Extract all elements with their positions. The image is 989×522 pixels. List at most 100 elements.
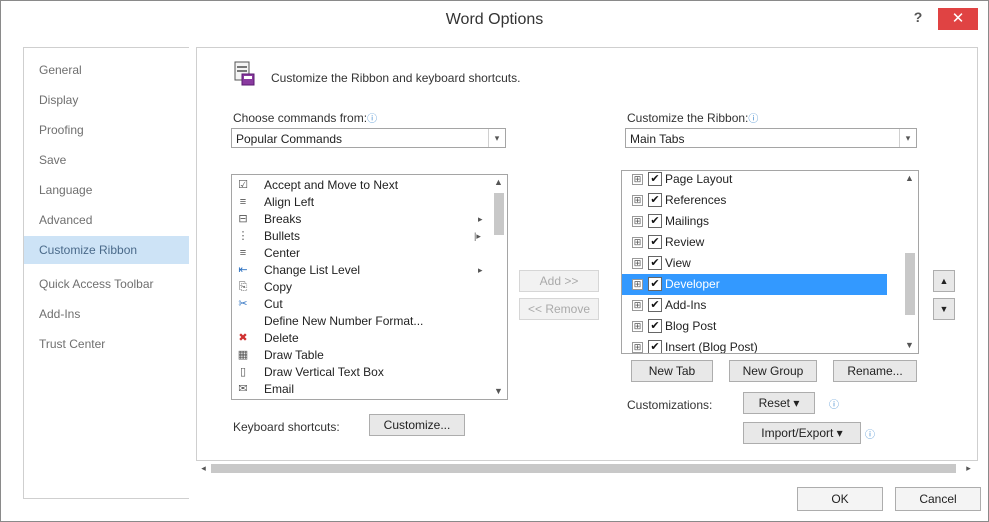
new-group-button[interactable]: New Group (729, 360, 817, 382)
ribbon-tabs-tree[interactable]: ⊞ ✔ Page Layout ⊞ ✔ References ⊞ ✔ Maili… (621, 170, 919, 354)
expand-icon[interactable]: ⊞ (632, 237, 643, 248)
tree-item-page-layout[interactable]: ⊞ ✔ Page Layout (622, 171, 887, 190)
align-center-icon: ≡ (239, 247, 247, 259)
checkbox[interactable]: ✔ (648, 340, 662, 353)
ribbon-tree-scrollbar[interactable]: ▲ ▼ (901, 171, 918, 353)
list-item[interactable]: ▯ Draw Vertical Text Box (232, 364, 490, 381)
import-export-button[interactable]: Import/Export ▾ (743, 422, 861, 444)
cancel-button[interactable]: Cancel (895, 487, 981, 511)
checkbox[interactable]: ✔ (648, 235, 662, 249)
commands-list[interactable]: ☑ Accept and Move to Next ≡ Align Left ⊟… (231, 174, 508, 400)
tree-item-mailings[interactable]: ⊞ ✔ Mailings (622, 211, 887, 232)
expand-icon[interactable]: ⊞ (632, 216, 643, 227)
customize-ribbon-panel: Customize the Ribbon and keyboard shortc… (196, 47, 978, 461)
close-button[interactable]: ✕ (938, 8, 978, 30)
cut-icon: ✂ (238, 298, 248, 310)
submenu-arrow-icon: ▸ (478, 265, 483, 275)
commands-scrollbar[interactable]: ▲ ▼ (490, 175, 507, 399)
list-item[interactable]: ⎘ Copy (232, 279, 490, 296)
breaks-icon: ⊟ (238, 213, 248, 225)
checkbox[interactable]: ✔ (648, 172, 662, 186)
ok-button[interactable]: OK (797, 487, 883, 511)
scroll-up-icon[interactable]: ▲ (490, 175, 507, 190)
list-item[interactable]: ≡ Align Left (232, 194, 490, 211)
chevron-down-icon[interactable]: ▾ (899, 129, 916, 147)
checkbox[interactable]: ✔ (648, 214, 662, 228)
list-item-label: Copy (264, 280, 293, 294)
tree-item-insert-blog-post[interactable]: ⊞ ✔ Insert (Blog Post) (622, 337, 887, 354)
list-item[interactable]: Define New Number Format... (232, 313, 490, 330)
new-tab-button[interactable]: New Tab (631, 360, 713, 382)
sidebar-item-save[interactable]: Save (24, 146, 189, 174)
reset-button[interactable]: Reset ▾ (743, 392, 815, 414)
sidebar-item-trust-center[interactable]: Trust Center (24, 330, 189, 358)
scroll-thumb[interactable] (211, 464, 956, 473)
expand-icon[interactable]: ⊞ (632, 195, 643, 206)
sidebar-item-customize-ribbon[interactable]: Customize Ribbon (24, 236, 189, 264)
tree-item-add-ins[interactable]: ⊞ ✔ Add-Ins (622, 295, 887, 316)
list-item-label: Delete (264, 331, 299, 345)
expand-icon[interactable]: ⊞ (632, 174, 643, 185)
list-item-label: Align Left (264, 195, 315, 209)
sidebar-item-proofing[interactable]: Proofing (24, 116, 189, 144)
ribbon-tabs-select[interactable]: Main Tabs ▾ (625, 128, 917, 148)
sidebar-item-add-ins[interactable]: Add-Ins (24, 300, 189, 328)
expand-icon[interactable]: ⊞ (632, 279, 643, 290)
dialog-title: Word Options (445, 11, 544, 28)
checkbox[interactable]: ✔ (648, 193, 662, 207)
scroll-down-icon[interactable]: ▼ (490, 384, 507, 399)
commands-source-select[interactable]: Popular Commands ▾ (231, 128, 506, 148)
checkbox[interactable]: ✔ (648, 298, 662, 312)
checkbox[interactable]: ✔ (648, 319, 662, 333)
list-item[interactable]: ≡ Center (232, 245, 490, 262)
sidebar-item-display[interactable]: Display (24, 86, 189, 114)
panel-horizontal-scrollbar[interactable]: ◂ ▸ (196, 461, 976, 476)
list-item[interactable]: ✖ Delete (232, 330, 490, 347)
tree-item-label: View (665, 256, 691, 270)
info-icon: ⓘ (865, 430, 875, 441)
tree-item-label: Insert (Blog Post) (665, 340, 758, 354)
list-item[interactable]: ▦ Draw Table (232, 347, 490, 364)
rename-button[interactable]: Rename... (833, 360, 917, 382)
chevron-down-icon[interactable]: ▾ (488, 129, 505, 147)
choose-commands-label: Choose commands from:ⓘ (233, 110, 377, 125)
scroll-down-icon[interactable]: ▼ (901, 338, 918, 353)
scroll-right-icon[interactable]: ▸ (961, 461, 976, 476)
text-box-icon: ▯ (239, 366, 247, 378)
tree-item-blog-post[interactable]: ⊞ ✔ Blog Post (622, 316, 887, 337)
tree-item-view[interactable]: ⊞ ✔ View (622, 253, 887, 274)
scroll-up-icon[interactable]: ▲ (901, 171, 918, 186)
add-button[interactable]: Add >> (519, 270, 599, 292)
sidebar-item-advanced[interactable]: Advanced (24, 206, 189, 234)
bullets-icon: ⋮ (237, 230, 249, 242)
list-item[interactable]: ⇤ Change List Level ▸ (232, 262, 490, 279)
email-icon: ✉ (238, 383, 248, 395)
scroll-thumb[interactable] (494, 193, 504, 235)
list-item[interactable]: ⊟ Breaks ▸ (232, 211, 490, 228)
sidebar-item-language[interactable]: Language (24, 176, 189, 204)
expand-icon[interactable]: ⊞ (632, 300, 643, 311)
list-item[interactable]: ✉ Email (232, 381, 490, 398)
expand-icon[interactable]: ⊞ (632, 321, 643, 332)
expand-icon[interactable]: ⊞ (632, 258, 643, 269)
sidebar-item-quick-access-toolbar[interactable]: Quick Access Toolbar (24, 270, 189, 298)
sidebar-item-general[interactable]: General (24, 56, 189, 84)
customize-ribbon-icon (234, 61, 255, 86)
checkbox[interactable]: ✔ (648, 277, 662, 291)
list-item[interactable]: ☑ Accept and Move to Next (232, 177, 490, 194)
scroll-thumb[interactable] (905, 253, 915, 315)
checkbox[interactable]: ✔ (648, 256, 662, 270)
help-button[interactable]: ? (908, 9, 928, 27)
tree-item-review[interactable]: ⊞ ✔ Review (622, 232, 887, 253)
remove-button[interactable]: << Remove (519, 298, 599, 320)
move-up-button[interactable]: ▲ (933, 270, 955, 292)
customize-shortcuts-button[interactable]: Customize... (369, 414, 465, 436)
move-down-button[interactable]: ▼ (933, 298, 955, 320)
expand-icon[interactable]: ⊞ (632, 342, 643, 353)
tree-item-references[interactable]: ⊞ ✔ References (622, 190, 887, 211)
list-item[interactable]: ⋮ Bullets |▸ (232, 228, 490, 245)
list-item[interactable]: ✂ Cut (232, 296, 490, 313)
options-sidebar: General Display Proofing Save Language A… (23, 47, 189, 499)
tree-item-developer[interactable]: ⊞ ✔ Developer (622, 274, 887, 295)
scroll-left-icon[interactable]: ◂ (196, 461, 211, 476)
